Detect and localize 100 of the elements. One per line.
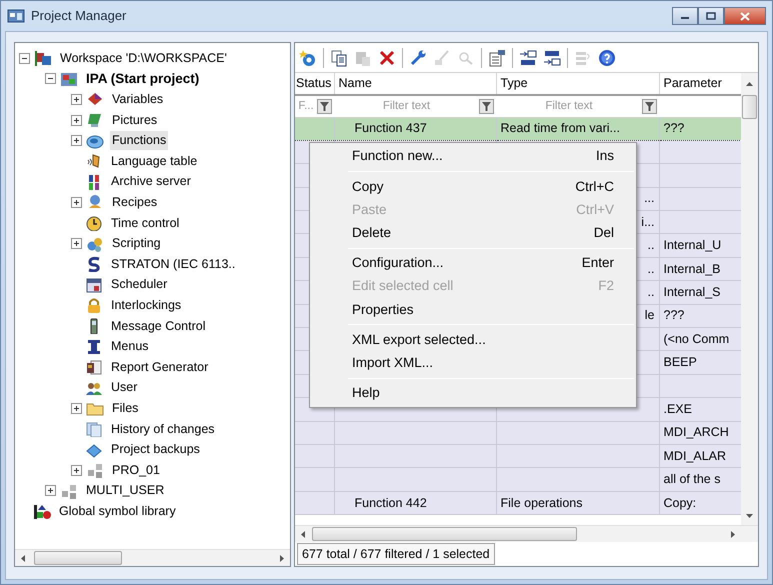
column-header[interactable]: Parameter [659, 73, 744, 95]
minimize-button[interactable] [672, 7, 698, 25]
shortcut-label: Ins [596, 147, 614, 166]
expand-icon[interactable] [71, 114, 82, 126]
table-cell: ??? [664, 121, 684, 136]
expand-icon[interactable] [71, 135, 82, 146]
table-cell: File operations [500, 496, 582, 510]
calendar-icon [85, 276, 103, 293]
table-cell: .. [648, 262, 654, 276]
expand-icon[interactable] [71, 464, 82, 476]
export-icon[interactable] [519, 48, 537, 66]
scrollbar-thumb[interactable] [34, 551, 122, 565]
app-icon [7, 8, 25, 24]
new-icon[interactable] [299, 48, 317, 66]
delete-icon[interactable] [378, 48, 396, 66]
collapse-icon[interactable] [45, 73, 56, 84]
wrench-icon[interactable] [409, 48, 427, 66]
shapes-icon [33, 503, 51, 520]
table-cell: BEEP [664, 355, 697, 370]
menu-item[interactable]: Import XML... [352, 352, 434, 374]
diamond-icon [85, 442, 103, 458]
column-header[interactable]: Name [334, 73, 496, 95]
tree-item[interactable]: Pictures [110, 110, 160, 130]
expand-icon[interactable] [71, 196, 82, 208]
expand-icon[interactable] [71, 402, 82, 414]
table-cell: Function 437 [354, 121, 427, 136]
tree-item[interactable]: Variables [110, 90, 166, 109]
close-button[interactable] [724, 7, 766, 25]
tree-item[interactable]: Time control [109, 214, 182, 232]
scrollbar-thumb[interactable] [312, 527, 577, 541]
filter-icon[interactable] [479, 98, 494, 114]
menu-item[interactable]: Properties [352, 300, 414, 320]
table-cell: MDI_ARCH [664, 425, 729, 440]
table-cell: le [644, 308, 654, 322]
tree-item[interactable]: User [109, 378, 140, 398]
shortcut-label: F2 [598, 277, 614, 296]
table-cell: ... [644, 191, 654, 206]
expand-icon[interactable] [45, 485, 56, 496]
import-icon[interactable] [543, 48, 561, 66]
clock-icon [85, 215, 103, 232]
table-row[interactable]: Function 442 File operations Copy: [295, 491, 744, 515]
tree-item[interactable]: Workspace 'D:\WORKSPACE' [58, 48, 229, 68]
table-cell: Function 442 [354, 496, 427, 510]
tree-item[interactable]: STRATON (IEC 6113.. [109, 254, 238, 274]
table-row[interactable]: Function 437 Read time from vari... ??? [295, 117, 744, 140]
menu-item[interactable]: Function new... [352, 146, 443, 167]
tree-item[interactable]: Menus [109, 337, 151, 356]
pictures-icon [86, 112, 104, 128]
tree-item[interactable]: Interlockings [109, 296, 184, 315]
table-cell: i... [641, 214, 654, 229]
table-row[interactable]: all of the s [295, 468, 744, 492]
table-row[interactable]: MDI_ARCH [295, 421, 744, 444]
table-cell: ??? [664, 308, 684, 322]
network-icon [60, 482, 78, 499]
maximize-button[interactable] [698, 7, 724, 25]
tree-item[interactable]: PRO_01 [110, 460, 162, 480]
table-cell: all of the s [664, 472, 720, 486]
menu-item[interactable]: Copy [352, 176, 384, 197]
copy-icon[interactable] [330, 48, 348, 66]
table-cell: (<no Comm [664, 332, 730, 346]
tree-item[interactable]: Scripting [110, 234, 163, 254]
network-icon [86, 462, 104, 478]
table-cell: Internal_B [664, 262, 720, 276]
properties-icon[interactable] [488, 48, 506, 66]
table-cell: MDI_ALAR [664, 448, 726, 463]
tree-item[interactable]: Project backups [109, 440, 202, 459]
tree-item[interactable]: Global symbol library [57, 502, 178, 521]
close-icon [740, 12, 750, 20]
scrollbar-thumb[interactable] [742, 95, 757, 119]
tree-item[interactable]: Functions [110, 131, 168, 150]
tree-item[interactable]: MULTI_USER [84, 481, 166, 500]
tree-item[interactable]: History of changes [109, 420, 217, 438]
menu-item[interactable]: XML export selected... [352, 330, 486, 350]
shortcut-label: Ctrl+C [575, 178, 614, 196]
table-row[interactable]: MDI_ALAR [295, 444, 744, 468]
shortcut-label: Ctrl+V [576, 200, 614, 219]
status-text: 677 total / 677 filtered / 1 selected [297, 542, 495, 566]
table-cell: .. [648, 238, 654, 252]
table-cell: Internal_U [664, 238, 722, 252]
filter-icon[interactable] [642, 98, 657, 114]
expand-icon[interactable] [71, 238, 82, 250]
tree-item[interactable]: Language table [109, 152, 200, 171]
tree-item[interactable]: Files [110, 399, 140, 418]
lock-icon [85, 297, 103, 314]
table-cell: Read time from vari... [500, 121, 620, 136]
maximize-icon [706, 12, 716, 20]
column-header[interactable]: Type [496, 73, 659, 95]
column-header[interactable]: Status [295, 73, 334, 95]
tree-item[interactable]: Scheduler [109, 275, 170, 294]
help-icon[interactable] [598, 48, 616, 66]
tree-item[interactable]: Recipes [110, 193, 160, 212]
expand-icon[interactable] [71, 94, 82, 105]
table-cell: Copy: [664, 496, 696, 510]
tree-item[interactable]: IPA (Start project) [84, 68, 202, 90]
tree-item[interactable]: Message Control [109, 316, 208, 336]
collapse-icon[interactable] [19, 52, 30, 64]
tree-item[interactable]: Report Generator [109, 358, 210, 377]
filter-icon[interactable] [317, 98, 332, 114]
tree-item[interactable]: Archive server [109, 172, 193, 192]
window-title: Project Manager [31, 7, 126, 26]
